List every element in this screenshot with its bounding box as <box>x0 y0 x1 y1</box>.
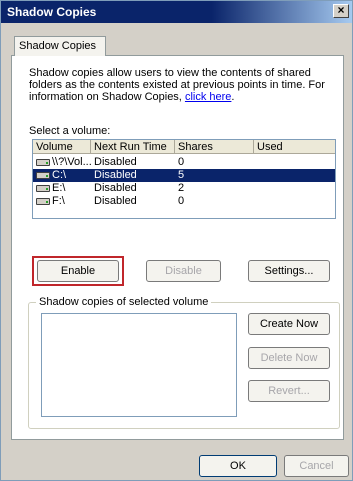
volume-name: \\?\Vol... <box>52 156 92 168</box>
column-header-shares[interactable]: Shares <box>175 140 254 154</box>
volume-row[interactable]: \\?\Vol... Disabled 0 <box>33 156 335 169</box>
tab-label: Shadow Copies <box>19 40 97 52</box>
drive-icon <box>36 172 50 179</box>
next-run-time: Disabled <box>94 169 137 181</box>
disable-button[interactable]: Disable <box>146 260 221 282</box>
help-link[interactable]: click here <box>185 91 231 103</box>
drive-icon <box>36 159 50 166</box>
drive-icon <box>36 185 50 192</box>
description-suffix: . <box>231 91 235 103</box>
shadow-copies-dialog: Shadow Copies × Shadow Copies Shadow cop… <box>0 0 353 481</box>
select-volume-label: Select a volume: <box>29 125 111 137</box>
volume-name: E:\ <box>52 182 66 194</box>
volume-list-header: Volume Next Run Time Shares Used <box>33 140 335 154</box>
next-run-time: Disabled <box>94 195 137 207</box>
volume-row[interactable]: F:\ Disabled 0 <box>33 195 335 208</box>
window-title: Shadow Copies <box>7 5 97 19</box>
column-header-next-run-time[interactable]: Next Run Time <box>91 140 175 154</box>
shares-count: 0 <box>178 195 185 207</box>
ok-button[interactable]: OK <box>199 455 277 477</box>
next-run-time: Disabled <box>94 182 137 194</box>
shares-count: 2 <box>178 182 185 194</box>
create-now-button[interactable]: Create Now <box>248 313 330 335</box>
shares-count: 5 <box>178 169 185 181</box>
revert-button[interactable]: Revert... <box>248 380 330 402</box>
volume-name: C:\ <box>52 169 67 181</box>
drive-icon <box>36 198 50 205</box>
cancel-button[interactable]: Cancel <box>284 455 349 477</box>
description-body: Shadow copies allow users to view the co… <box>29 67 325 103</box>
column-header-used[interactable]: Used <box>254 140 336 154</box>
delete-now-button[interactable]: Delete Now <box>248 347 330 369</box>
tab-shadow-copies[interactable]: Shadow Copies <box>14 36 106 56</box>
column-header-volume[interactable]: Volume <box>33 140 91 154</box>
volume-list[interactable]: Volume Next Run Time Shares Used \\?\Vol… <box>32 139 336 219</box>
shadow-copies-list[interactable] <box>41 313 237 417</box>
settings-button[interactable]: Settings... <box>248 260 330 282</box>
next-run-time: Disabled <box>94 156 137 168</box>
title-bar[interactable]: Shadow Copies <box>1 1 352 23</box>
description-text: Shadow copies allow users to view the co… <box>29 67 339 103</box>
volume-row[interactable]: E:\ Disabled 2 <box>33 182 335 195</box>
close-button[interactable]: × <box>333 4 349 18</box>
enable-button[interactable]: Enable <box>37 260 119 282</box>
volume-row-selected[interactable]: C:\ Disabled 5 <box>33 169 335 182</box>
shares-count: 0 <box>178 156 185 168</box>
shadow-copies-group-title: Shadow copies of selected volume <box>36 296 212 308</box>
volume-name: F:\ <box>52 195 65 207</box>
